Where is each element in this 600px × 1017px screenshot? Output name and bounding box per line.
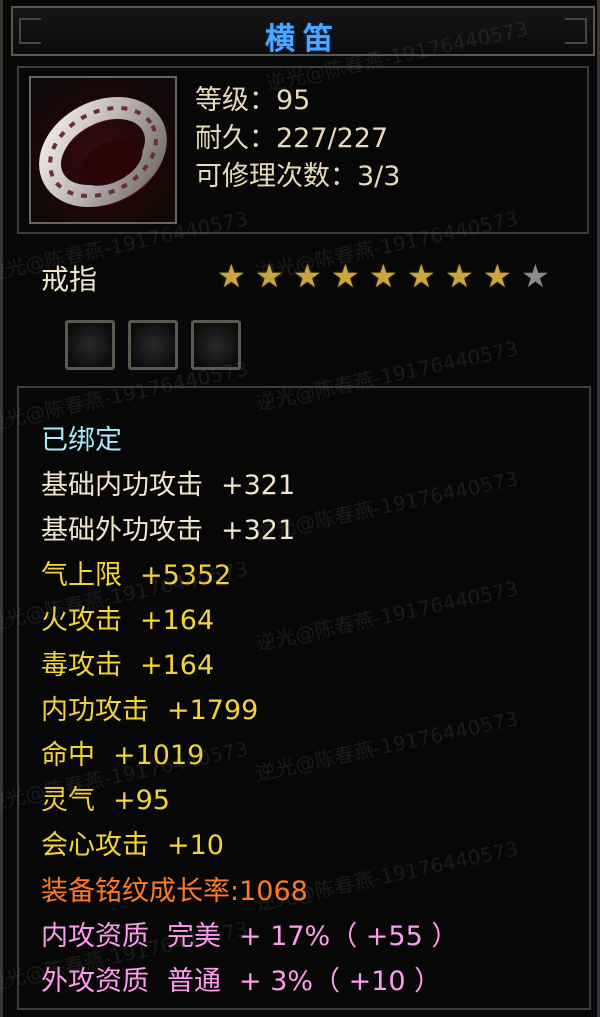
stat-line: 会心攻击 +10 xyxy=(41,823,224,862)
stat-label: 会心攻击 xyxy=(41,830,149,861)
quality-label: 外攻资质 xyxy=(41,966,149,997)
socket-slot[interactable] xyxy=(65,320,115,370)
durability-text: 耐久：227/227 xyxy=(195,123,389,154)
stat-label: 灵气 xyxy=(41,785,95,816)
star-filled-icon: ★ xyxy=(445,257,474,295)
stat-value: +321 xyxy=(221,515,296,546)
stat-value: +1019 xyxy=(113,740,205,771)
stat-value: +5352 xyxy=(140,560,232,591)
item-type: 戒指 xyxy=(41,263,98,296)
quality-grade: 普通 xyxy=(167,966,221,997)
title-bar: 横笛 xyxy=(11,6,595,57)
stat-line: 内功攻击 +1799 xyxy=(41,688,258,727)
ring-icon xyxy=(29,76,177,224)
stat-label: 毒攻击 xyxy=(41,650,122,681)
star-filled-icon: ★ xyxy=(483,257,512,295)
star-filled-icon: ★ xyxy=(293,257,322,295)
stat-line: 灵气 +95 xyxy=(41,778,170,817)
star-filled-icon: ★ xyxy=(255,257,284,295)
quality-line: 外攻资质 普通 + 3%（ +10 ） xyxy=(41,959,441,998)
star-filled-icon: ★ xyxy=(217,257,246,295)
stat-label: 内功攻击 xyxy=(41,695,149,726)
stat-label: 命中 xyxy=(41,740,95,771)
socket-slot[interactable] xyxy=(191,320,241,370)
repair-count-text: 可修理次数：3/3 xyxy=(195,161,401,192)
stat-label: 火攻击 xyxy=(41,605,122,636)
stat-value: +164 xyxy=(140,605,215,636)
stat-value: +321 xyxy=(221,470,296,501)
socket-slot[interactable] xyxy=(128,320,178,370)
stat-line: 命中 +1019 xyxy=(41,733,204,772)
stat-line: 基础外功攻击 +321 xyxy=(41,508,295,547)
quality-value: + 3%（ +10 ） xyxy=(239,966,442,997)
quality-label: 内攻资质 xyxy=(41,921,149,952)
star-empty-icon: ★ xyxy=(521,257,550,295)
bound-status: 已绑定 xyxy=(41,425,122,456)
stat-line: 气上限 +5352 xyxy=(41,553,231,592)
stat-line: 毒攻击 +164 xyxy=(41,643,214,682)
star-filled-icon: ★ xyxy=(407,257,436,295)
stat-line: 火攻击 +164 xyxy=(41,598,214,637)
star-filled-icon: ★ xyxy=(331,257,360,295)
stat-value: +95 xyxy=(113,785,170,816)
stat-value: +1799 xyxy=(167,695,259,726)
stat-label: 基础内功攻击 xyxy=(41,470,203,501)
stat-label: 基础外功攻击 xyxy=(41,515,203,546)
star-filled-icon: ★ xyxy=(369,257,398,295)
stat-value: +10 xyxy=(167,830,224,861)
item-name: 横笛 xyxy=(265,22,341,57)
item-tooltip: 横笛 等级：95 耐久：227/227 可修理次数：3/3 戒指 ★ ★ ★ ★ ★ ★ ★… xyxy=(0,0,600,1017)
stat-line: 基础内功攻击 +321 xyxy=(41,463,295,502)
stat-value: +164 xyxy=(140,650,215,681)
growth-rate: 装备铭纹成长率:1068 xyxy=(41,876,308,907)
stat-label: 气上限 xyxy=(41,560,122,591)
level-text: 等级：95 xyxy=(195,85,311,116)
quality-line: 内攻资质 完美 + 17%（ +55 ） xyxy=(41,914,458,953)
quality-value: + 17%（ +55 ） xyxy=(239,921,459,952)
quality-grade: 完美 xyxy=(167,921,221,952)
